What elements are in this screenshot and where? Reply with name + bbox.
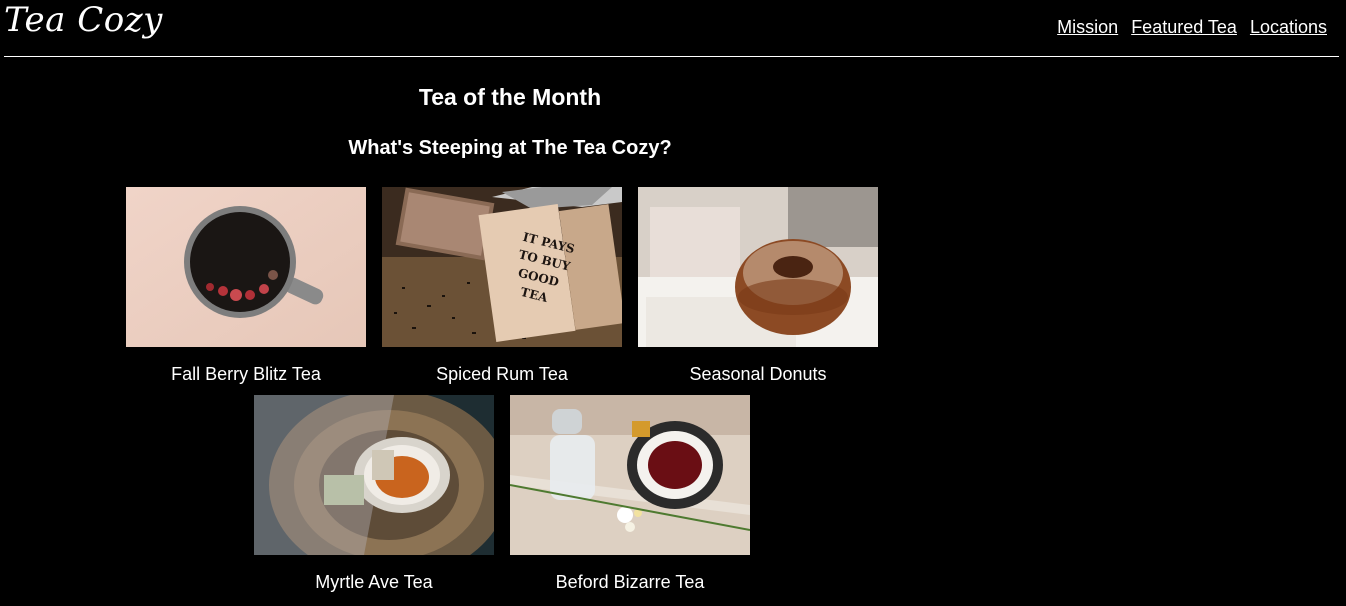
tea-card-beford-bizarre: Beford Bizarre Tea	[510, 395, 750, 592]
tea-card-spiced-rum: IT PAYS TO BUY GOOD TEA Spiced Rum Tea	[382, 187, 622, 384]
tea-caption: Seasonal Donuts	[689, 364, 827, 384]
berry-tea-mug-photo[interactable]	[126, 187, 366, 347]
main-nav: Mission Featured Tea Locations	[1057, 16, 1327, 38]
red-tea-cup-photo[interactable]	[510, 395, 750, 555]
tea-cup-on-wood-photo[interactable]	[254, 395, 494, 555]
tea-caption: Myrtle Ave Tea	[315, 572, 433, 592]
header-divider	[4, 56, 1339, 57]
nav-link-mission[interactable]: Mission	[1057, 16, 1118, 38]
tea-caption: Fall Berry Blitz Tea	[171, 364, 321, 384]
tea-caption: Beford Bizarre Tea	[555, 572, 705, 592]
tea-caption: Spiced Rum Tea	[436, 364, 568, 384]
tea-card-myrtle-ave: Myrtle Ave Tea	[254, 395, 494, 592]
tea-card-fall-berry-blitz: Fall Berry Blitz Tea	[126, 187, 366, 384]
site-logo[interactable]: Tea Cozy	[4, 0, 163, 40]
donut-photo[interactable]	[638, 187, 878, 347]
page-subtitle: What's Steeping at The Tea Cozy?	[348, 137, 672, 159]
nav-link-featured-tea[interactable]: Featured Tea	[1131, 16, 1237, 38]
tea-card-seasonal-donuts: Seasonal Donuts	[638, 187, 878, 384]
site-header: Tea Cozy Mission Featured Tea Locations	[0, 0, 1346, 58]
page-title: Tea of the Month	[418, 84, 602, 110]
nav-link-locations[interactable]: Locations	[1250, 16, 1327, 38]
tea-box-photo[interactable]: IT PAYS TO BUY GOOD TEA	[382, 187, 622, 347]
